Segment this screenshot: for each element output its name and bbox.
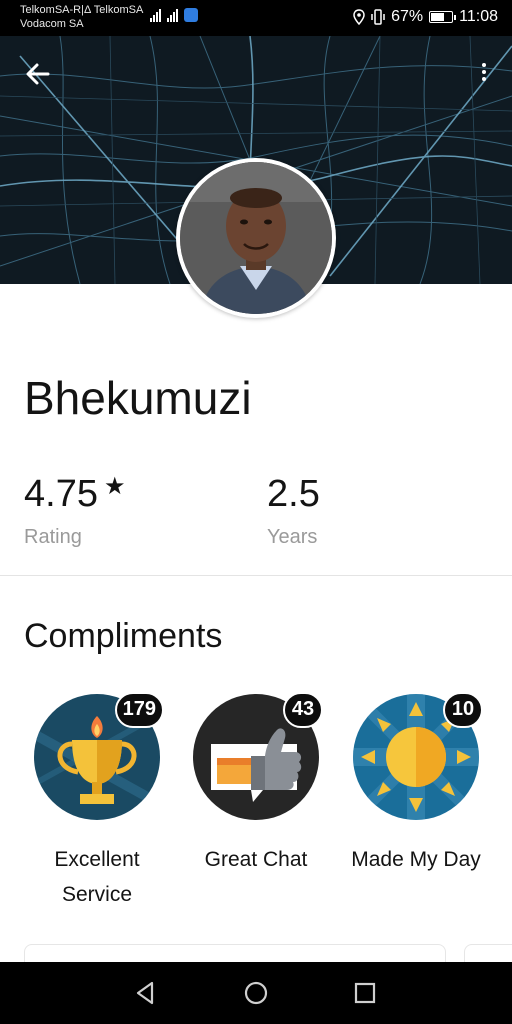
battery-icon [429,11,457,23]
status-icons-right: 67% 11:08 [353,8,498,26]
more-options-button[interactable] [476,60,492,88]
driver-name: Bhekumuzi [24,372,252,424]
compliment-great-chat[interactable]: 43 [193,692,323,820]
carrier-line-2: Vodacom SA [20,18,84,30]
vibrate-icon [371,9,385,25]
location-icon [353,9,365,25]
avatar-photo [180,162,332,314]
compliment-count: 179 [114,692,164,728]
compliment-excellent-service[interactable]: 179 [34,692,164,820]
recents-square-icon [354,982,376,1004]
divider [0,575,512,576]
compliment-count: 10 [443,692,483,728]
avatar [176,158,336,318]
years-value: 2.5 [267,473,320,515]
nav-back-button[interactable] [132,979,160,1007]
carrier-info: TelkomSA-R|Δ TelkomSA Vodacom SA [20,3,143,31]
system-nav-bar [0,962,512,1024]
compliment-label: Great Chat [171,842,341,877]
compliment-label: Excellent Service [12,842,182,912]
signal-icon [167,8,178,22]
years-label: Years [267,526,318,548]
compliment-count: 43 [283,692,323,728]
signal-icon [150,8,161,22]
shield-icon [184,8,198,22]
back-triangle-icon [136,981,154,1005]
home-circle-icon [244,981,268,1005]
status-icons-left [150,8,198,22]
compliment-label: Made My Day [331,842,501,877]
profile-photo-icon [180,162,332,314]
battery-percent: 67% [391,8,424,25]
status-bar: TelkomSA-R|Δ TelkomSA Vodacom SA 67% 11:… [0,0,512,36]
carrier-line-1: TelkomSA-R|Δ TelkomSA [20,4,144,16]
compliment-made-my-day[interactable]: 10 [353,692,483,820]
nav-home-button[interactable] [242,979,270,1007]
rating-value: 4.75 ★ [24,472,125,521]
compliment-label-line-1: Made My Day [351,848,481,871]
arrow-left-icon [26,63,50,85]
star-icon: ★ [103,473,126,500]
rating-label: Rating [24,526,82,548]
back-button[interactable] [22,58,58,90]
rating-number: 4.75 [24,473,98,515]
compliment-label-line-1: Great Chat [204,848,308,871]
more-vertical-icon [476,63,492,81]
compliments-title: Compliments [24,617,223,655]
nav-recents-button[interactable] [351,979,379,1007]
compliment-label-line-2: Service [61,883,133,906]
compliment-label-line-1: Excellent [54,848,140,871]
clock: 11:08 [459,8,498,25]
